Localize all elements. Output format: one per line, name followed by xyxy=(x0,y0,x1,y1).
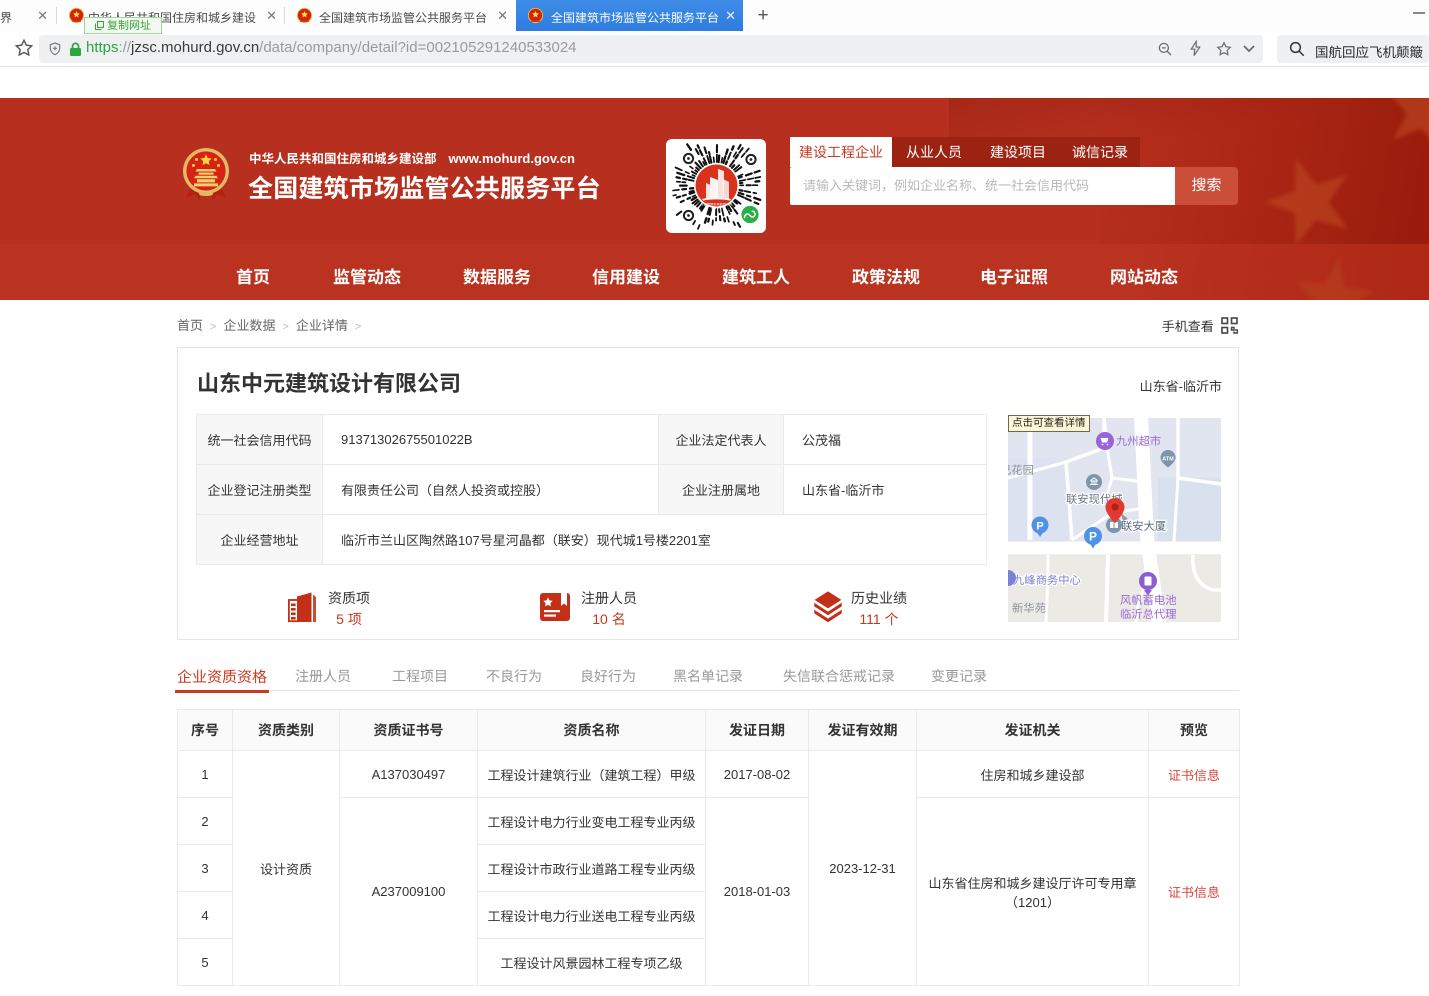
svg-text:九峰商务中心: 九峰商务中心 xyxy=(1013,572,1081,588)
svg-text:P: P xyxy=(1089,530,1097,544)
svg-text:新华苑: 新华苑 xyxy=(1012,600,1046,616)
svg-text:P: P xyxy=(1036,521,1043,533)
svg-text:己花园: 己花园 xyxy=(1008,462,1034,478)
svg-text:服务平台: 服务平台 xyxy=(711,207,722,211)
svg-text:ATM: ATM xyxy=(1162,457,1174,463)
svg-text:联安大厦: 联安大厦 xyxy=(1121,518,1166,534)
svg-text:九州超市: 九州超市 xyxy=(1116,433,1161,449)
svg-text:全国建筑市场监管公共: 全国建筑市场监管公共 xyxy=(701,203,734,207)
svg-text:临沂总代理: 临沂总代理 xyxy=(1120,606,1177,622)
